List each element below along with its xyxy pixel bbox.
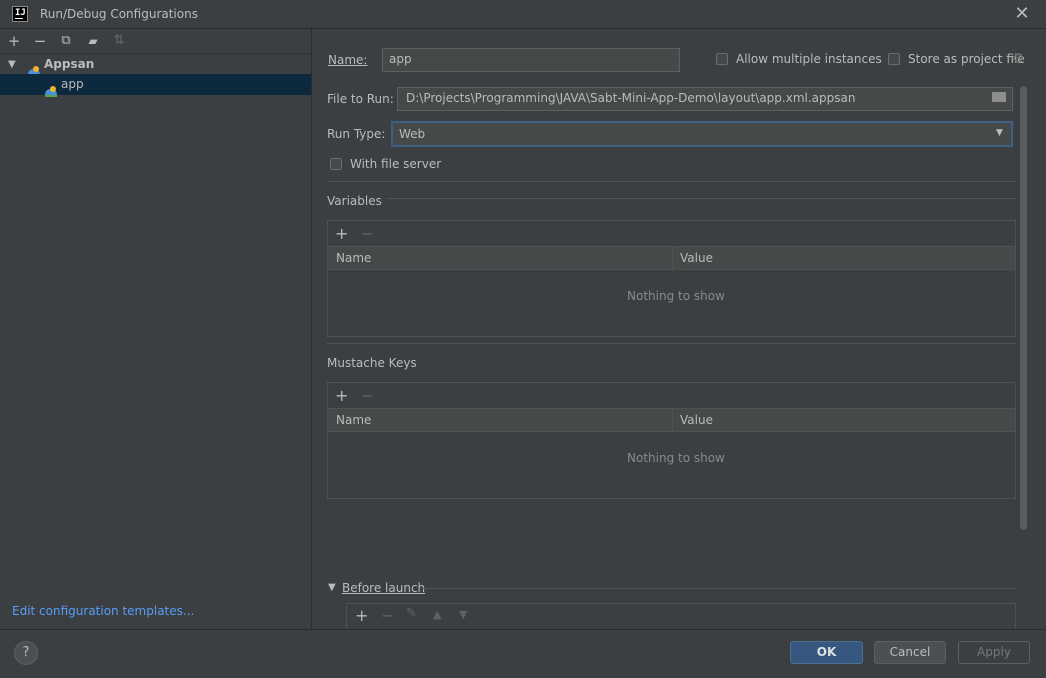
run-type-label: Run Type: <box>327 127 386 141</box>
close-icon[interactable]: ✕ <box>1012 4 1032 24</box>
run-type-select[interactable]: Web <box>391 121 1013 147</box>
name-input[interactable]: app <box>382 48 680 72</box>
edit-pencil-icon[interactable]: ✎ <box>406 606 417 621</box>
tree-item-label: Appsan <box>44 57 95 71</box>
column-header-value[interactable]: Value <box>680 413 713 427</box>
tree-item-label: app <box>61 77 84 91</box>
variables-empty-text: Nothing to show <box>627 289 725 303</box>
with-file-server-checkbox[interactable] <box>330 158 342 170</box>
file-to-run-label: File to Run: <box>327 92 394 106</box>
remove-variable-button[interactable]: − <box>361 224 374 243</box>
divider <box>327 343 1016 344</box>
column-header-value[interactable]: Value <box>680 251 713 265</box>
apply-button[interactable]: Apply <box>958 641 1030 664</box>
allow-multiple-label: Allow multiple instances <box>736 52 882 66</box>
help-button[interactable]: ? <box>14 641 38 665</box>
add-task-button[interactable]: + <box>355 606 368 625</box>
tree-item-app[interactable]: app <box>0 74 311 97</box>
folder-open-icon[interactable] <box>992 92 1006 102</box>
chevron-down-icon[interactable]: ▼ <box>996 128 1003 138</box>
move-down-icon[interactable]: ▼ <box>459 608 467 621</box>
mustache-empty-text: Nothing to show <box>627 451 725 465</box>
column-divider <box>672 409 673 431</box>
app-icon-text: IJ <box>15 8 26 18</box>
column-header-name[interactable]: Name <box>336 251 371 265</box>
column-divider <box>672 247 673 269</box>
remove-task-button[interactable]: − <box>381 606 394 625</box>
configurations-panel <box>0 29 312 629</box>
vertical-scrollbar[interactable] <box>1020 86 1027 530</box>
column-header-name[interactable]: Name <box>336 413 371 427</box>
mustache-keys-title: Mustache Keys <box>327 356 417 370</box>
before-launch-line <box>422 588 1016 589</box>
variables-table <box>327 220 1016 337</box>
move-up-icon[interactable]: ▲ <box>433 608 441 621</box>
chevron-down-icon[interactable]: ▼ <box>328 582 336 593</box>
before-launch-list <box>346 603 1016 629</box>
ok-button[interactable]: OK <box>790 641 863 664</box>
chevron-down-icon[interactable]: ▼ <box>8 54 16 75</box>
copy-configuration-button[interactable]: ⧉ <box>57 33 75 49</box>
remove-configuration-button[interactable]: − <box>31 33 49 49</box>
window-title: Run/Debug Configurations <box>40 7 198 21</box>
store-project-label: Store as project file <box>908 52 1025 66</box>
intellij-app-icon: IJ <box>12 6 28 22</box>
add-mustache-key-button[interactable]: + <box>335 386 348 405</box>
add-configuration-button[interactable]: + <box>5 33 23 49</box>
sort-configurations-button[interactable]: ⇅ <box>110 33 128 49</box>
remove-mustache-key-button[interactable]: − <box>361 386 374 405</box>
cancel-button[interactable]: Cancel <box>874 641 946 664</box>
variables-title: Variables <box>327 194 382 208</box>
store-project-checkbox[interactable] <box>888 53 900 65</box>
new-folder-button[interactable]: ▰ <box>84 33 102 49</box>
gear-icon[interactable]: ⚙ <box>1012 51 1025 67</box>
edit-templates-link[interactable]: Edit configuration templates... <box>12 604 194 618</box>
allow-multiple-checkbox[interactable] <box>716 53 728 65</box>
before-launch-title[interactable]: Before launch <box>342 581 425 595</box>
mustache-keys-table <box>327 382 1016 499</box>
variables-title-line <box>386 198 1016 199</box>
add-variable-button[interactable]: + <box>335 224 348 243</box>
divider <box>327 181 1016 182</box>
with-file-server-label: With file server <box>350 157 442 171</box>
tree-item-appsan[interactable]: ▼ Appsan <box>0 54 311 77</box>
name-label: Name: <box>328 53 368 67</box>
file-to-run-input[interactable]: D:\Projects\Programming\JAVA\Sabt-Mini-A… <box>397 87 1013 111</box>
appsan-icon <box>45 86 57 97</box>
